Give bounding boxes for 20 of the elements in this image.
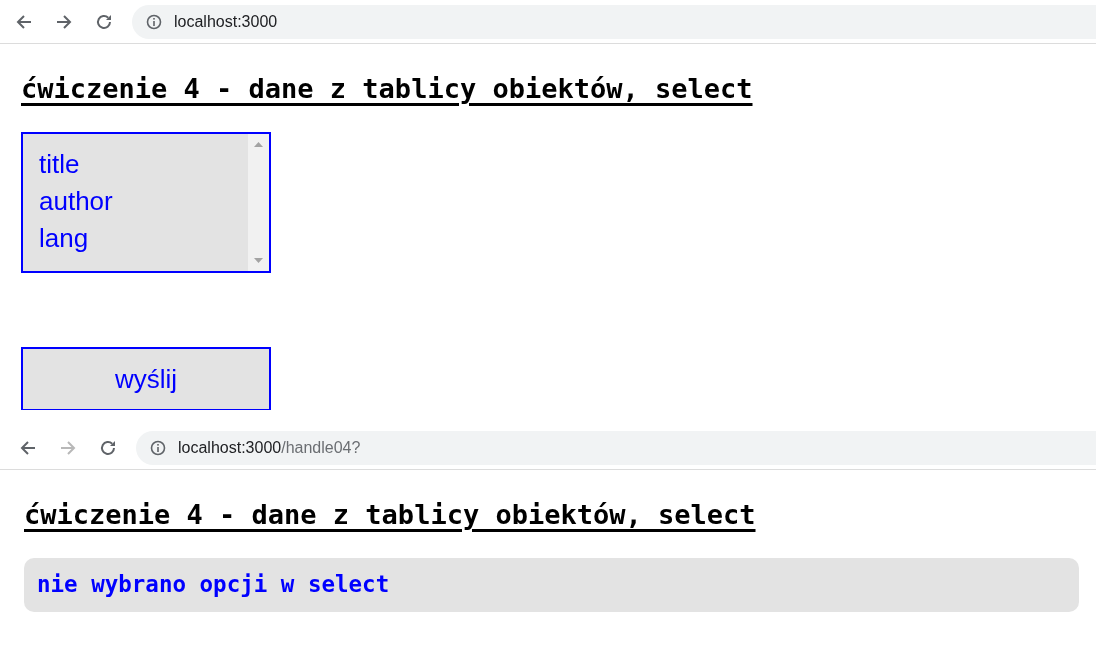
- select-option[interactable]: lang: [39, 220, 248, 257]
- info-icon: [146, 13, 162, 30]
- reload-icon: [95, 12, 113, 31]
- url-text: localhost:3000: [174, 11, 278, 32]
- address-bar[interactable]: localhost:3000/handle04?: [136, 430, 1096, 465]
- address-bar[interactable]: localhost:3000: [132, 4, 1096, 39]
- page-heading: ćwiczenie 4 - dane z tablicy obiektów, select: [21, 75, 754, 102]
- message-text: nie wybrano opcji w select: [37, 570, 390, 600]
- forward-arrow-icon: [59, 438, 77, 457]
- select-option[interactable]: author: [39, 183, 248, 220]
- page-heading: ćwiczenie 4 - dane z tablicy obiektów, select: [24, 501, 757, 528]
- forward-arrow-icon: [55, 12, 73, 31]
- select-option[interactable]: title: [39, 146, 248, 183]
- back-arrow-icon: [19, 438, 37, 457]
- info-icon: [150, 439, 166, 456]
- back-arrow-icon: [15, 12, 33, 31]
- submit-button[interactable]: wyślij: [21, 347, 271, 411]
- url-text: localhost:3000/handle04?: [178, 437, 361, 458]
- reload-icon: [99, 438, 117, 457]
- select-list[interactable]: title author lang: [21, 132, 271, 273]
